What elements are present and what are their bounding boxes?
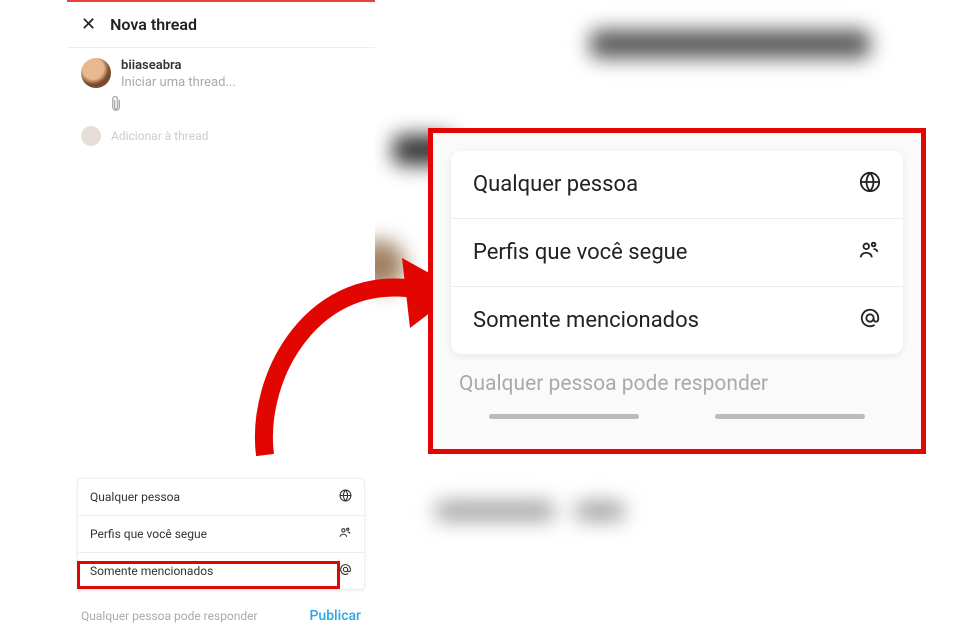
- people-icon: [857, 239, 881, 266]
- reply-hint-large: Qualquer pessoa pode responder: [459, 372, 903, 396]
- compose-body: biiaseabra Iniciar uma thread...: [67, 48, 375, 90]
- publish-button[interactable]: Publicar: [309, 608, 361, 624]
- nav-handle: [715, 414, 865, 419]
- menu-item-label: Perfis que você segue: [473, 240, 687, 265]
- at-icon: [859, 307, 881, 334]
- menu-item-following[interactable]: Perfis que você segue: [451, 219, 903, 287]
- menu-item-label: Somente mencionados: [473, 308, 699, 333]
- reply-audience-menu-large: Qualquer pessoa Perfis que você segue So…: [451, 151, 903, 354]
- menu-item-label: Perfis que você segue: [90, 527, 207, 541]
- nav-handles: [451, 414, 903, 419]
- close-icon[interactable]: ✕: [81, 14, 96, 35]
- menu-item-following[interactable]: Perfis que você segue: [78, 516, 364, 553]
- at-icon: [339, 563, 352, 579]
- callout-panel: Qualquer pessoa Perfis que você segue So…: [428, 128, 926, 454]
- compose-title: Nova thread: [110, 15, 197, 34]
- compose-header: ✕ Nova thread: [67, 2, 375, 48]
- globe-icon: [339, 489, 352, 505]
- highlight-box-small: [77, 561, 340, 589]
- nav-handle: [489, 414, 639, 419]
- add-thread-label: Adicionar à thread: [111, 129, 208, 143]
- reply-hint[interactable]: Qualquer pessoa pode responder: [81, 609, 258, 623]
- username-label: biiaseabra: [121, 58, 236, 73]
- menu-item-label: Qualquer pessoa: [90, 490, 180, 504]
- people-icon: [338, 526, 352, 542]
- globe-icon: [859, 171, 881, 198]
- avatar: [81, 58, 111, 88]
- add-thread-row[interactable]: Adicionar à thread: [67, 116, 375, 156]
- attachment-icon[interactable]: [104, 93, 129, 118]
- compose-screen: ✕ Nova thread biiaseabra Iniciar uma thr…: [67, 0, 375, 640]
- menu-item-label: Qualquer pessoa: [473, 172, 638, 197]
- compose-footer: Qualquer pessoa pode responder Publicar: [67, 594, 375, 640]
- avatar-small: [81, 126, 101, 146]
- attach-row: [67, 96, 375, 116]
- compose-input[interactable]: Iniciar uma thread...: [121, 75, 236, 90]
- menu-item-anyone[interactable]: Qualquer pessoa: [451, 151, 903, 219]
- menu-item-mentioned[interactable]: Somente mencionados: [451, 287, 903, 354]
- menu-item-anyone[interactable]: Qualquer pessoa: [78, 479, 364, 516]
